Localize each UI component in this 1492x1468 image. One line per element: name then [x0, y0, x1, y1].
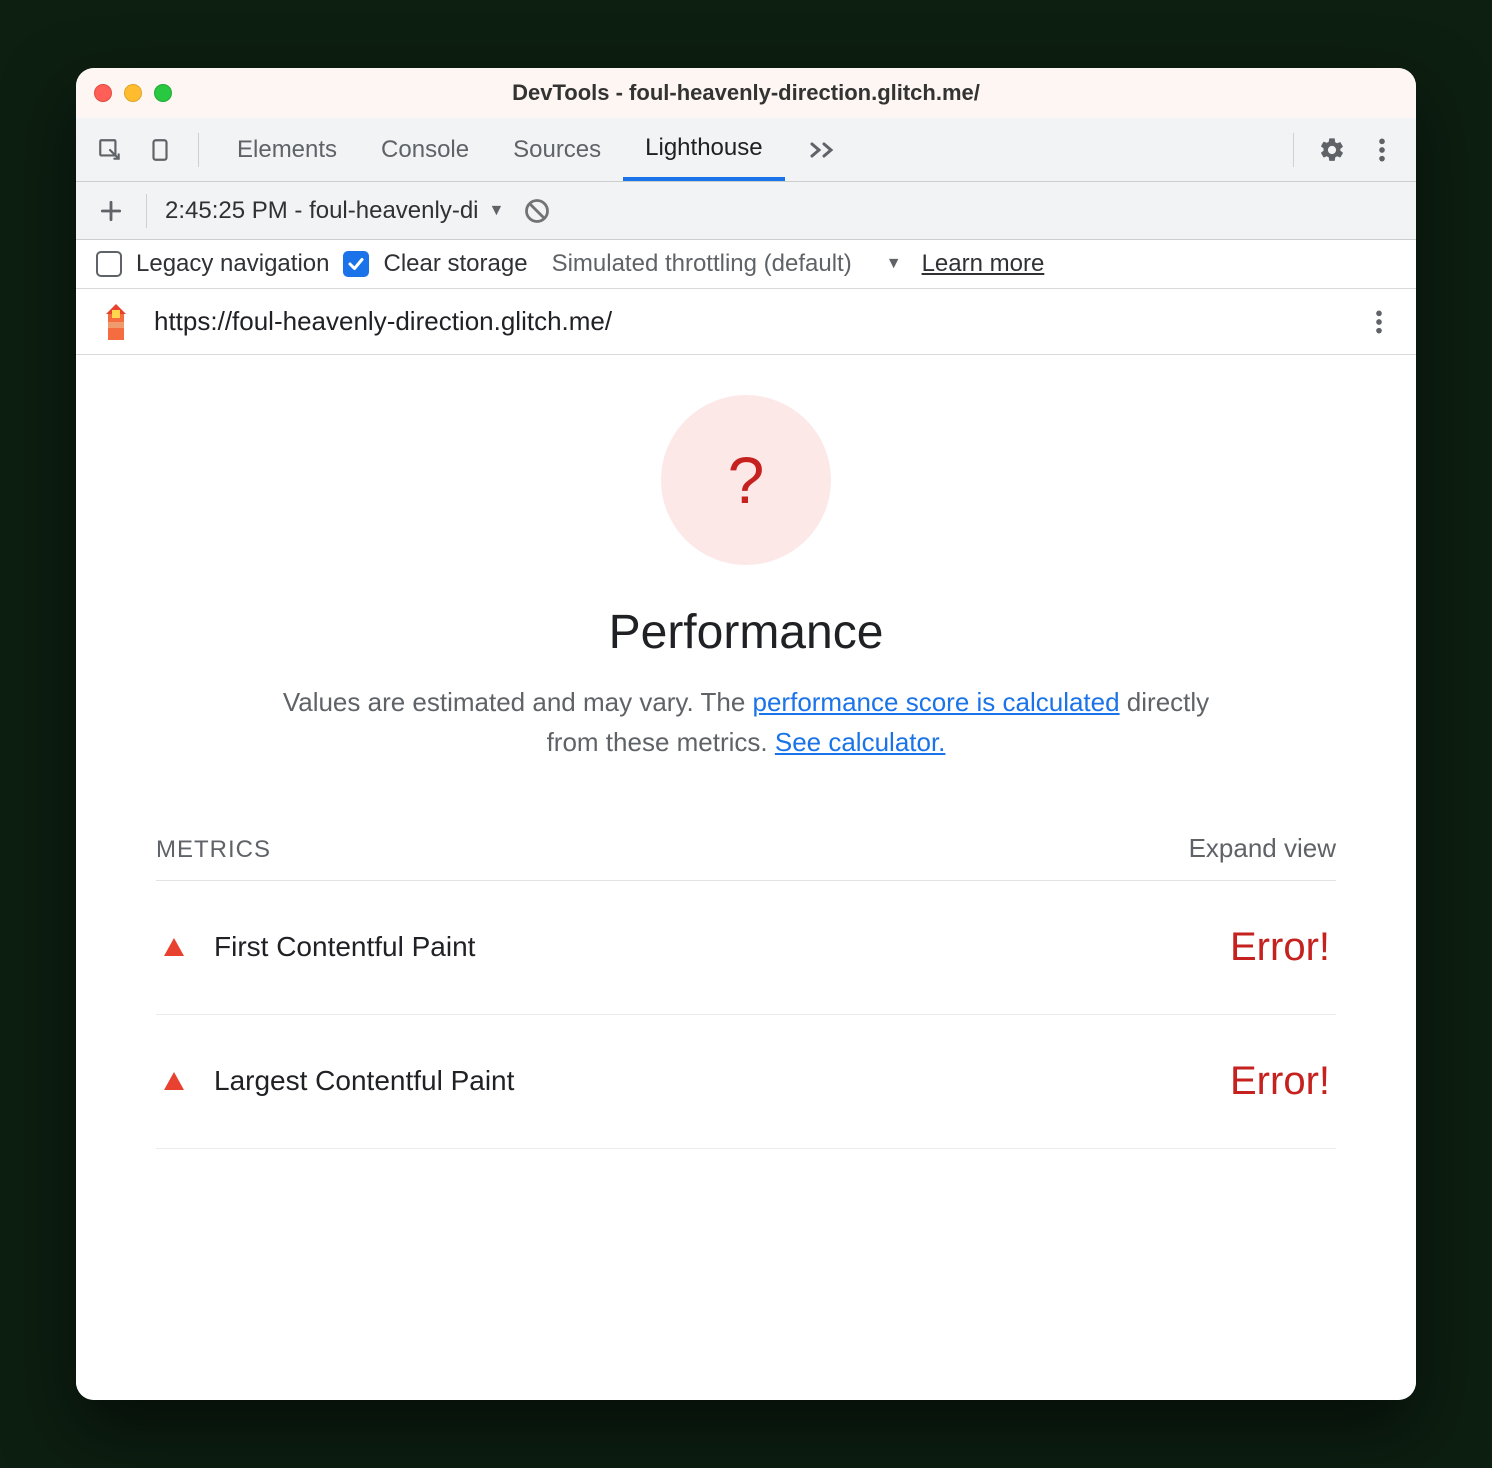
metrics-label: METRICS: [156, 836, 271, 864]
throttling-label: Simulated throttling (default): [552, 250, 852, 278]
chevron-down-icon: ▼: [886, 255, 902, 273]
window-titlebar: DevTools - foul-heavenly-direction.glitc…: [76, 68, 1416, 118]
metric-value: Error!: [1230, 1059, 1330, 1104]
lighthouse-report: ? Performance Values are estimated and m…: [76, 355, 1416, 1400]
close-window-button[interactable]: [94, 84, 112, 102]
new-report-button[interactable]: [94, 194, 128, 228]
chevron-down-icon: ▼: [489, 202, 505, 220]
error-triangle-icon: [162, 1069, 186, 1093]
legacy-navigation-label: Legacy navigation: [136, 250, 329, 278]
devtools-toolbar: Elements Console Sources Lighthouse: [76, 118, 1416, 182]
learn-more-link[interactable]: Learn more: [922, 250, 1045, 278]
tabs-overflow-icon[interactable]: [791, 134, 853, 166]
lighthouse-icon: [98, 302, 134, 342]
tab-console[interactable]: Console: [359, 118, 491, 181]
maximize-window-button[interactable]: [154, 84, 172, 102]
metric-value: Error!: [1230, 925, 1330, 970]
window-title: DevTools - foul-heavenly-direction.glitc…: [76, 80, 1416, 106]
clear-storage-label: Clear storage: [383, 250, 527, 278]
report-selector[interactable]: 2:45:25 PM - foul-heavenly-di ▼: [165, 197, 504, 225]
tab-sources[interactable]: Sources: [491, 118, 623, 181]
clear-storage-checkbox[interactable]: [343, 251, 369, 277]
metric-name: Largest Contentful Paint: [214, 1065, 1230, 1097]
error-triangle-icon: [162, 935, 186, 959]
performance-score-gauge: ?: [661, 395, 831, 565]
tab-lighthouse[interactable]: Lighthouse: [623, 118, 784, 181]
metrics-header: METRICS Expand view: [156, 833, 1336, 881]
category-title: Performance: [609, 605, 884, 660]
report-menu-icon[interactable]: [1364, 309, 1394, 335]
devtools-window: DevTools - foul-heavenly-direction.glitc…: [76, 68, 1416, 1400]
metric-row: Largest Contentful Paint Error!: [156, 1015, 1336, 1149]
subbar-divider: [146, 194, 147, 228]
expand-view-toggle[interactable]: Expand view: [1189, 833, 1336, 864]
see-calculator-link[interactable]: See calculator.: [775, 727, 946, 757]
device-toggle-icon[interactable]: [138, 128, 182, 172]
more-menu-icon[interactable]: [1360, 128, 1404, 172]
performance-score-link[interactable]: performance score is calculated: [753, 687, 1120, 717]
metric-name: First Contentful Paint: [214, 931, 1230, 963]
lighthouse-settings-bar: Legacy navigation Clear storage Simulate…: [76, 240, 1416, 289]
report-url-bar: https://foul-heavenly-direction.glitch.m…: [76, 289, 1416, 355]
legacy-navigation-checkbox[interactable]: [96, 251, 122, 277]
report-url: https://foul-heavenly-direction.glitch.m…: [154, 306, 1344, 337]
toolbar-divider-right: [1293, 133, 1294, 167]
score-symbol: ?: [728, 442, 765, 518]
toolbar-divider: [198, 133, 199, 167]
metric-row: First Contentful Paint Error!: [156, 881, 1336, 1015]
throttling-selector[interactable]: Simulated throttling (default) ▼: [552, 250, 902, 278]
traffic-lights: [94, 84, 172, 102]
lighthouse-subbar: 2:45:25 PM - foul-heavenly-di ▼: [76, 182, 1416, 240]
report-selector-label: 2:45:25 PM - foul-heavenly-di: [165, 197, 479, 225]
panel-tabs: Elements Console Sources Lighthouse: [215, 118, 785, 181]
gear-icon[interactable]: [1310, 128, 1354, 172]
clear-report-icon[interactable]: [522, 196, 552, 226]
category-description: Values are estimated and may vary. The p…: [266, 682, 1226, 763]
minimize-window-button[interactable]: [124, 84, 142, 102]
desc-text: Values are estimated and may vary. The: [283, 687, 753, 717]
tab-elements[interactable]: Elements: [215, 118, 359, 181]
inspect-element-icon[interactable]: [88, 128, 132, 172]
